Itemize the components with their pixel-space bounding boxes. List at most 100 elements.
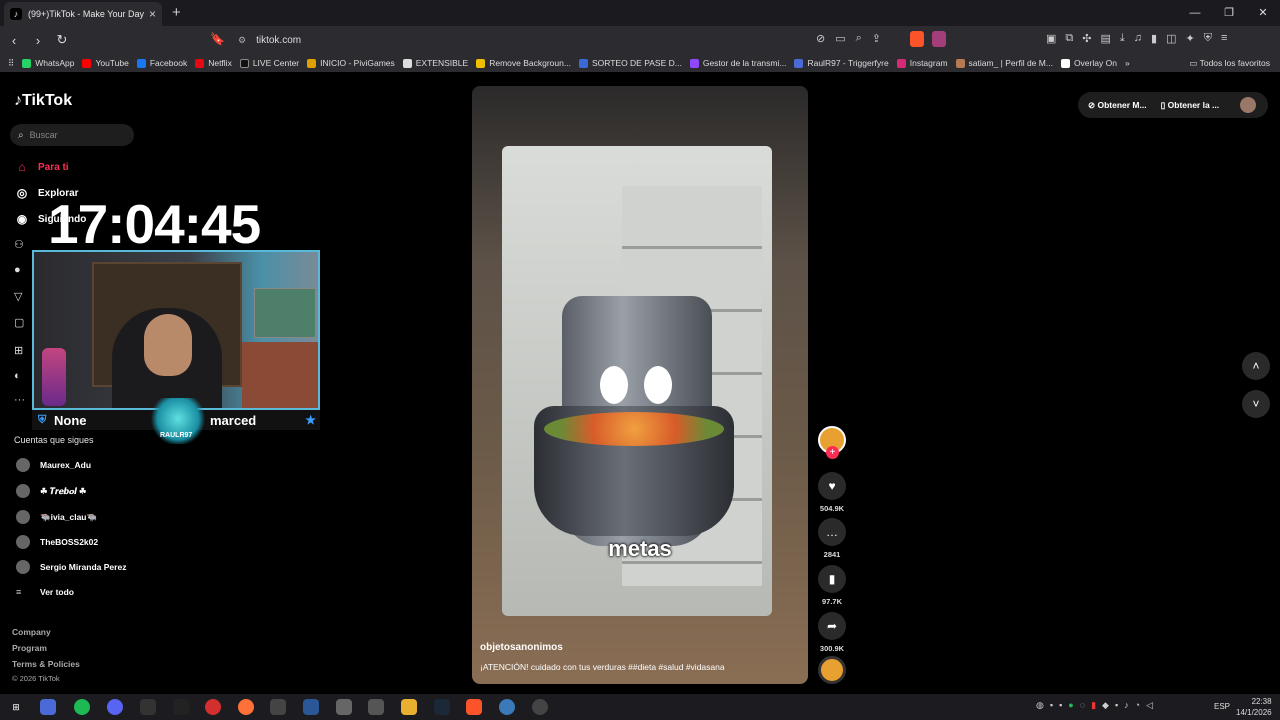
bookmark-10[interactable]: RaulR97 - Triggerfyre [794,58,889,68]
follow-item[interactable]: Sergio Miranda Perez [16,560,126,574]
site-info-icon[interactable]: ⚙ [238,35,246,46]
comment-action[interactable]: … 2841 [816,518,848,559]
follow-item[interactable]: Maurex_Adu [16,458,91,472]
leo-ai-icon[interactable]: ✦ [1185,32,1194,45]
steam-icon[interactable] [434,699,450,715]
share-arrow-icon[interactable]: ➦ [818,612,846,640]
bookmark-5[interactable]: INICIO - PiviGames [307,58,395,68]
menu-icon[interactable]: ≡ [1221,32,1227,45]
app-icon-3[interactable] [336,699,352,715]
all-bookmarks-folder[interactable]: ▭ Todos los favoritos [1189,58,1270,69]
tray-icon[interactable]: ▪ [1115,700,1118,711]
wifi-icon[interactable]: ◔ [1135,700,1140,711]
save-action[interactable]: ▮ 97.7K [816,565,848,606]
no-tracking-icon[interactable]: ⊘ [816,32,825,45]
like-action[interactable]: ♥ 504.9K [816,472,848,513]
volume-icon[interactable]: ◁ [1146,700,1153,711]
cast-icon[interactable]: ▭ [835,32,845,45]
profile-icon[interactable]: ◐ [14,370,21,382]
vpn-icon[interactable]: ⛨ [1204,32,1212,45]
bookmark-page-icon[interactable]: 🔖 [210,32,225,46]
discord-icon[interactable] [107,699,123,715]
close-window-button[interactable]: ✕ [1246,0,1280,26]
tray-icon[interactable]: ◆ [1102,700,1109,711]
tray-icon[interactable]: ◌ [1080,700,1085,711]
bookmark-4[interactable]: LIVE Center [239,58,299,68]
see-all-link[interactable]: ≡ Ver todo [16,587,74,597]
word-icon[interactable] [303,699,319,715]
video-username[interactable]: objetosanonimos [480,642,563,653]
follow-plus-button[interactable]: + [826,446,839,459]
follow-item[interactable]: 🐃ivia_clau🐃 [16,510,97,524]
bookmark-0[interactable]: WhatsApp [22,58,74,68]
wallet-icon[interactable]: ◫ [1166,32,1176,45]
more-icon[interactable]: ··· [14,394,25,406]
get-coins-button[interactable]: ⊘ Obtener M... [1088,100,1147,111]
video-player[interactable]: metas objetosanonimos ¡ATENCIÓN! cuidado… [472,86,808,684]
new-tab-button[interactable]: + [172,4,181,21]
bookmark-2[interactable]: Facebook [136,58,187,68]
extensions-puzzle-icon[interactable]: ✣ [1082,32,1091,45]
download-icon[interactable]: ⤓ [1120,32,1125,45]
prev-video-button[interactable]: ˄ [1242,352,1270,380]
microphone-icon[interactable]: ♪ [1124,700,1129,711]
bookmark-9[interactable]: Gestor de la transmi... [689,58,786,68]
friends-icon[interactable]: ⚇ [14,238,24,251]
brave-shields-icon[interactable] [910,31,924,47]
follow-item[interactable]: TheBOSS2k02 [16,535,98,549]
footer-terms[interactable]: Terms & Policies [12,659,80,669]
get-app-button[interactable]: ▯ Obtener la ... [1161,100,1220,111]
app-icon-2[interactable] [270,699,286,715]
apps-grid-icon[interactable]: ⠿ [8,58,14,69]
search-input[interactable]: ⌕ Buscar [10,124,134,146]
translate-icon[interactable]: ⧉ [1065,32,1073,45]
browser-tab-tiktok[interactable]: ♪ (99+)TikTok - Make Your Day × [4,2,162,26]
bookmark-3[interactable]: Netflix [195,58,232,68]
bookmark-6[interactable]: EXTENSIBLE [402,58,468,68]
bookmark-12[interactable]: satiam_ | Perfil de M... [955,58,1053,68]
messages-icon[interactable]: ▢ [14,316,24,329]
windows-start-icon[interactable]: ⊞ [8,699,24,715]
tray-icon[interactable]: ◍ [1036,700,1044,711]
clock-date[interactable]: 22:38 14/1/2026 [1236,696,1272,718]
app-icon-5[interactable] [532,699,548,715]
reload-button[interactable]: ↻ [52,32,72,48]
sidebar-toggle-icon[interactable]: ▮ [1151,32,1157,45]
user-avatar[interactable] [1240,97,1256,113]
comment-icon[interactable]: … [818,518,846,546]
activity-icon[interactable]: ▽ [14,290,22,303]
bookmark-7[interactable]: Remove Backgroun... [476,58,571,68]
brave-taskbar-icon[interactable] [466,699,482,715]
share-icon[interactable]: ⇪ [872,32,881,45]
obs-icon[interactable] [140,699,156,715]
tab-manager-icon[interactable]: ▤ [1100,32,1110,45]
next-video-button[interactable]: ˅ [1242,390,1270,418]
bookmark-13[interactable]: Overlay On [1060,58,1117,68]
media-icon[interactable]: ♫ [1134,32,1142,45]
opera-icon[interactable] [205,699,221,715]
bookmarks-more-button[interactable]: » [1125,58,1130,68]
upload-icon[interactable]: ⊞ [14,344,23,357]
footer-company[interactable]: Company [12,627,51,637]
file-explorer-icon[interactable] [401,699,417,715]
spotify-tray-icon[interactable]: ● [1068,700,1073,711]
calculator-icon[interactable] [368,699,384,715]
live-icon[interactable]: ● [14,264,21,276]
epic-games-icon[interactable] [173,699,189,715]
zoom-icon[interactable]: ⌕ [856,32,862,45]
tray-icon[interactable]: ▮ [1091,700,1096,711]
brave-rewards-icon[interactable] [932,31,946,47]
tray-icon[interactable]: ▪ [1059,700,1062,711]
firefox-icon[interactable] [238,699,254,715]
tab-close-icon[interactable]: × [149,7,156,21]
heart-icon[interactable]: ♥ [818,472,846,500]
extension-icon-1[interactable]: ▣ [1046,32,1056,45]
share-action[interactable]: ➦ 300.9K [816,612,848,653]
bookmark-8[interactable]: SORTEO DE PASE D... [578,58,682,68]
follow-item[interactable]: ☘ 𝑻𝒓𝒆𝒃𝒐𝒍 ☘ [16,484,86,498]
footer-program[interactable]: Program [12,643,47,653]
bookmark-11[interactable]: Instagram [896,58,948,68]
back-button[interactable]: ‹ [4,33,24,48]
language-indicator[interactable]: ESP [1214,702,1230,711]
tiktok-logo[interactable]: ♪TikTok [14,92,72,110]
